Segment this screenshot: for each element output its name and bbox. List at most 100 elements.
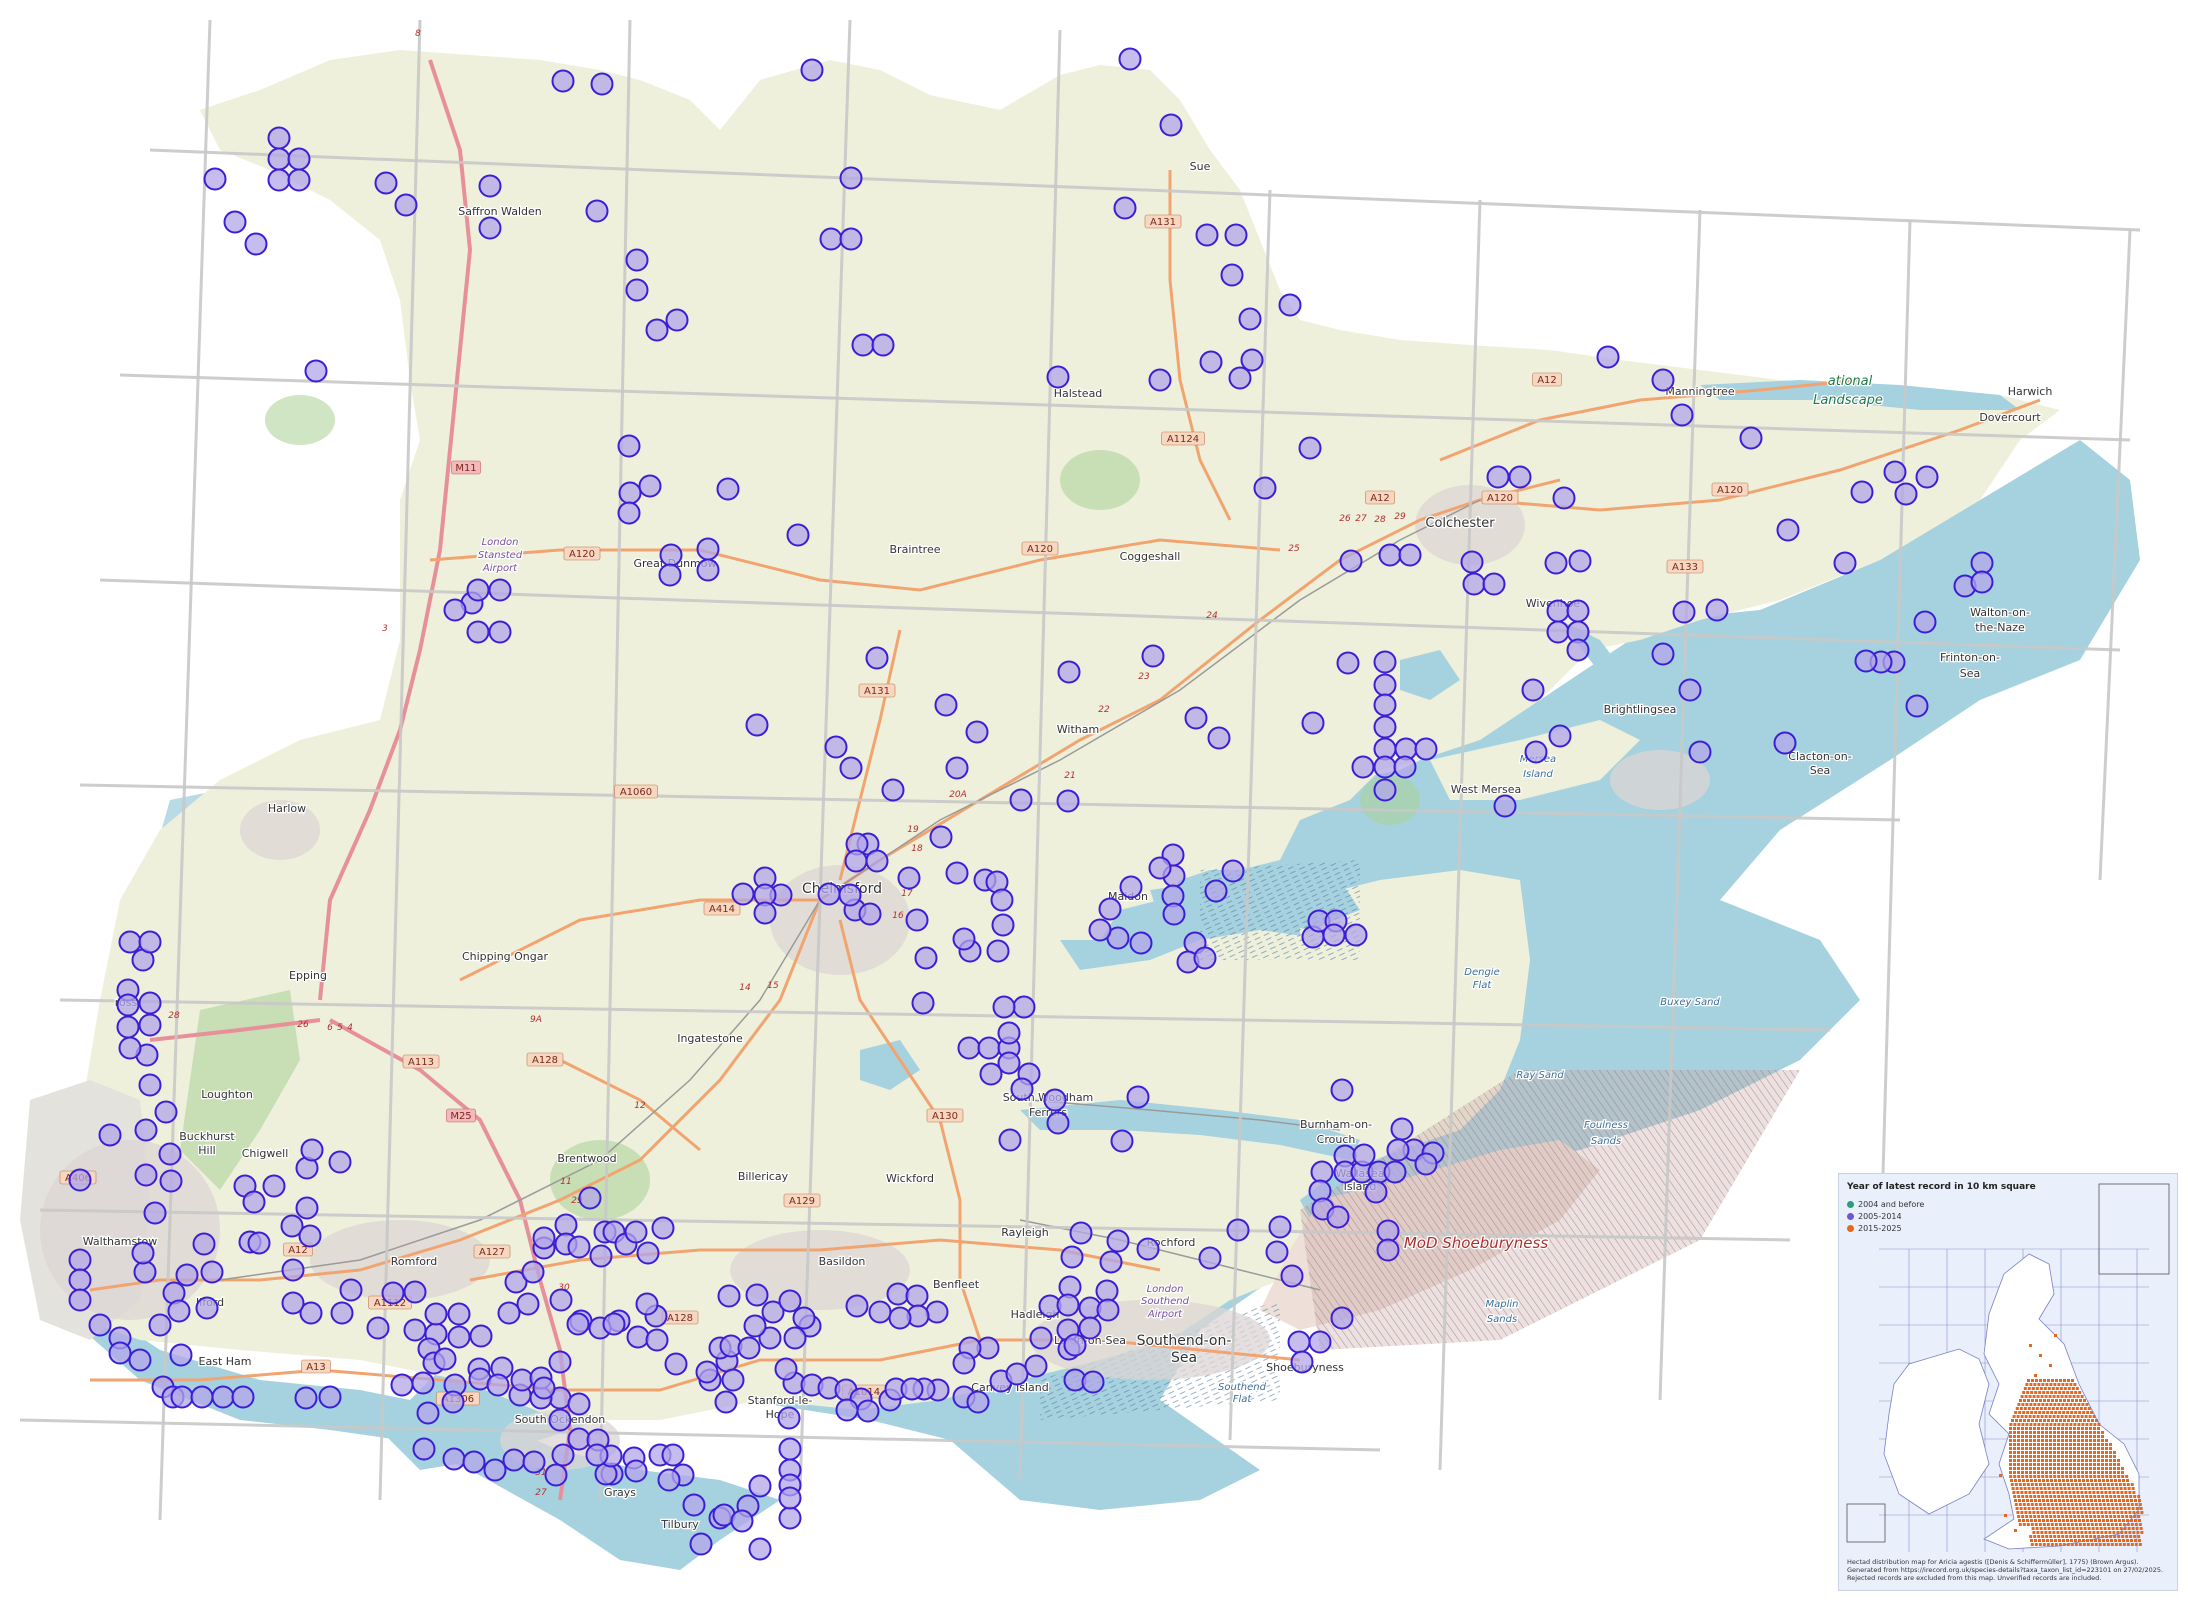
record-marker[interactable] bbox=[1046, 1111, 1070, 1135]
record-marker[interactable] bbox=[1136, 1237, 1160, 1261]
record-marker[interactable] bbox=[1228, 366, 1252, 390]
record-marker[interactable] bbox=[1287, 1330, 1311, 1354]
record-marker[interactable] bbox=[88, 1313, 112, 1337]
record-marker[interactable] bbox=[1568, 549, 1592, 573]
record-marker[interactable] bbox=[783, 1326, 807, 1350]
record-marker[interactable] bbox=[1301, 711, 1325, 735]
record-marker[interactable] bbox=[1482, 572, 1506, 596]
record-marker[interactable] bbox=[442, 1447, 466, 1471]
record-marker[interactable] bbox=[447, 1302, 471, 1326]
record-marker[interactable] bbox=[1056, 1293, 1080, 1317]
record-marker[interactable] bbox=[1126, 1085, 1150, 1109]
record-marker[interactable] bbox=[416, 1401, 440, 1425]
record-marker[interactable] bbox=[1376, 1219, 1400, 1243]
record-marker[interactable] bbox=[1390, 1117, 1414, 1141]
record-marker[interactable] bbox=[1651, 368, 1675, 392]
record-marker[interactable] bbox=[190, 1385, 214, 1409]
record-marker[interactable] bbox=[638, 474, 662, 498]
record-marker[interactable] bbox=[1106, 1229, 1130, 1253]
record-marker[interactable] bbox=[1012, 995, 1036, 1019]
record-marker[interactable] bbox=[1672, 600, 1696, 624]
record-marker[interactable] bbox=[778, 1486, 802, 1510]
record-marker[interactable] bbox=[267, 126, 291, 150]
record-marker[interactable] bbox=[374, 171, 398, 195]
record-marker[interactable] bbox=[1046, 365, 1070, 389]
record-marker[interactable] bbox=[381, 1281, 405, 1305]
record-marker[interactable] bbox=[1373, 693, 1397, 717]
record-marker[interactable] bbox=[778, 1437, 802, 1461]
record-marker[interactable] bbox=[1670, 403, 1694, 427]
record-marker[interactable] bbox=[1141, 644, 1165, 668]
record-marker[interactable] bbox=[800, 58, 824, 82]
record-marker[interactable] bbox=[516, 1292, 540, 1316]
record-marker[interactable] bbox=[865, 849, 889, 873]
record-marker[interactable] bbox=[1308, 1330, 1332, 1354]
record-marker[interactable] bbox=[824, 735, 848, 759]
record-marker[interactable] bbox=[952, 1351, 976, 1375]
record-marker[interactable] bbox=[1970, 551, 1994, 575]
record-marker[interactable] bbox=[192, 1232, 216, 1256]
record-marker[interactable] bbox=[858, 902, 882, 926]
record-marker[interactable] bbox=[745, 1283, 769, 1307]
record-marker[interactable] bbox=[1224, 223, 1248, 247]
record-marker[interactable] bbox=[1373, 778, 1397, 802]
record-marker[interactable] bbox=[986, 939, 1010, 963]
record-marker[interactable] bbox=[134, 1118, 158, 1142]
record-marker[interactable] bbox=[730, 1509, 754, 1533]
record-marker[interactable] bbox=[1330, 1078, 1354, 1102]
record-marker[interactable] bbox=[748, 1474, 772, 1498]
record-marker[interactable] bbox=[664, 1352, 688, 1376]
distribution-map[interactable]: Saffron Walden Great Dunmow Braintree Cogge… bbox=[0, 0, 2188, 1604]
record-marker[interactable] bbox=[624, 1459, 648, 1483]
record-marker[interactable] bbox=[244, 232, 268, 256]
record-marker[interactable] bbox=[1330, 1306, 1354, 1330]
record-marker[interactable] bbox=[134, 1163, 158, 1187]
record-marker[interactable] bbox=[1548, 724, 1572, 748]
record-marker[interactable] bbox=[148, 1313, 172, 1337]
record-marker[interactable] bbox=[1226, 1218, 1250, 1242]
record-marker[interactable] bbox=[1110, 1129, 1134, 1153]
record-marker[interactable] bbox=[1280, 1264, 1304, 1288]
record-marker[interactable] bbox=[281, 1258, 305, 1282]
record-marker[interactable] bbox=[328, 1150, 352, 1174]
record-marker[interactable] bbox=[544, 1463, 568, 1487]
record-marker[interactable] bbox=[403, 1318, 427, 1342]
record-marker[interactable] bbox=[778, 1506, 802, 1530]
record-marker[interactable] bbox=[696, 558, 720, 582]
record-marker[interactable] bbox=[366, 1316, 390, 1340]
record-marker[interactable] bbox=[1238, 307, 1262, 331]
record-marker[interactable] bbox=[585, 199, 609, 223]
record-marker[interactable] bbox=[548, 1350, 572, 1374]
record-marker[interactable] bbox=[488, 578, 512, 602]
record-marker[interactable] bbox=[625, 278, 649, 302]
record-marker[interactable] bbox=[625, 248, 649, 272]
record-marker[interactable] bbox=[522, 1450, 546, 1474]
record-marker[interactable] bbox=[626, 1325, 650, 1349]
record-marker[interactable] bbox=[497, 1301, 521, 1325]
record-marker[interactable] bbox=[1268, 1215, 1292, 1239]
record-marker[interactable] bbox=[881, 778, 905, 802]
record-marker[interactable] bbox=[330, 1301, 354, 1325]
record-marker[interactable] bbox=[716, 477, 740, 501]
record-marker[interactable] bbox=[1336, 651, 1360, 675]
record-marker[interactable] bbox=[731, 882, 755, 906]
record-marker[interactable] bbox=[247, 1231, 271, 1255]
record-marker[interactable] bbox=[1773, 731, 1797, 755]
record-marker[interactable] bbox=[1596, 345, 1620, 369]
record-marker[interactable] bbox=[1098, 897, 1122, 921]
record-marker[interactable] bbox=[1393, 755, 1417, 779]
record-marker[interactable] bbox=[1063, 1333, 1087, 1357]
record-marker[interactable] bbox=[118, 1036, 142, 1060]
record-marker[interactable] bbox=[819, 227, 843, 251]
record-marker[interactable] bbox=[116, 993, 140, 1017]
record-marker[interactable] bbox=[108, 1341, 132, 1365]
record-marker[interactable] bbox=[1850, 480, 1874, 504]
record-marker[interactable] bbox=[486, 1373, 510, 1397]
record-marker[interactable] bbox=[992, 995, 1016, 1019]
record-marker[interactable] bbox=[295, 1196, 319, 1220]
record-marker[interactable] bbox=[267, 147, 291, 171]
record-marker[interactable] bbox=[1970, 570, 1994, 594]
record-marker[interactable] bbox=[966, 1390, 990, 1414]
record-marker[interactable] bbox=[1544, 551, 1568, 575]
record-marker[interactable] bbox=[617, 501, 641, 525]
